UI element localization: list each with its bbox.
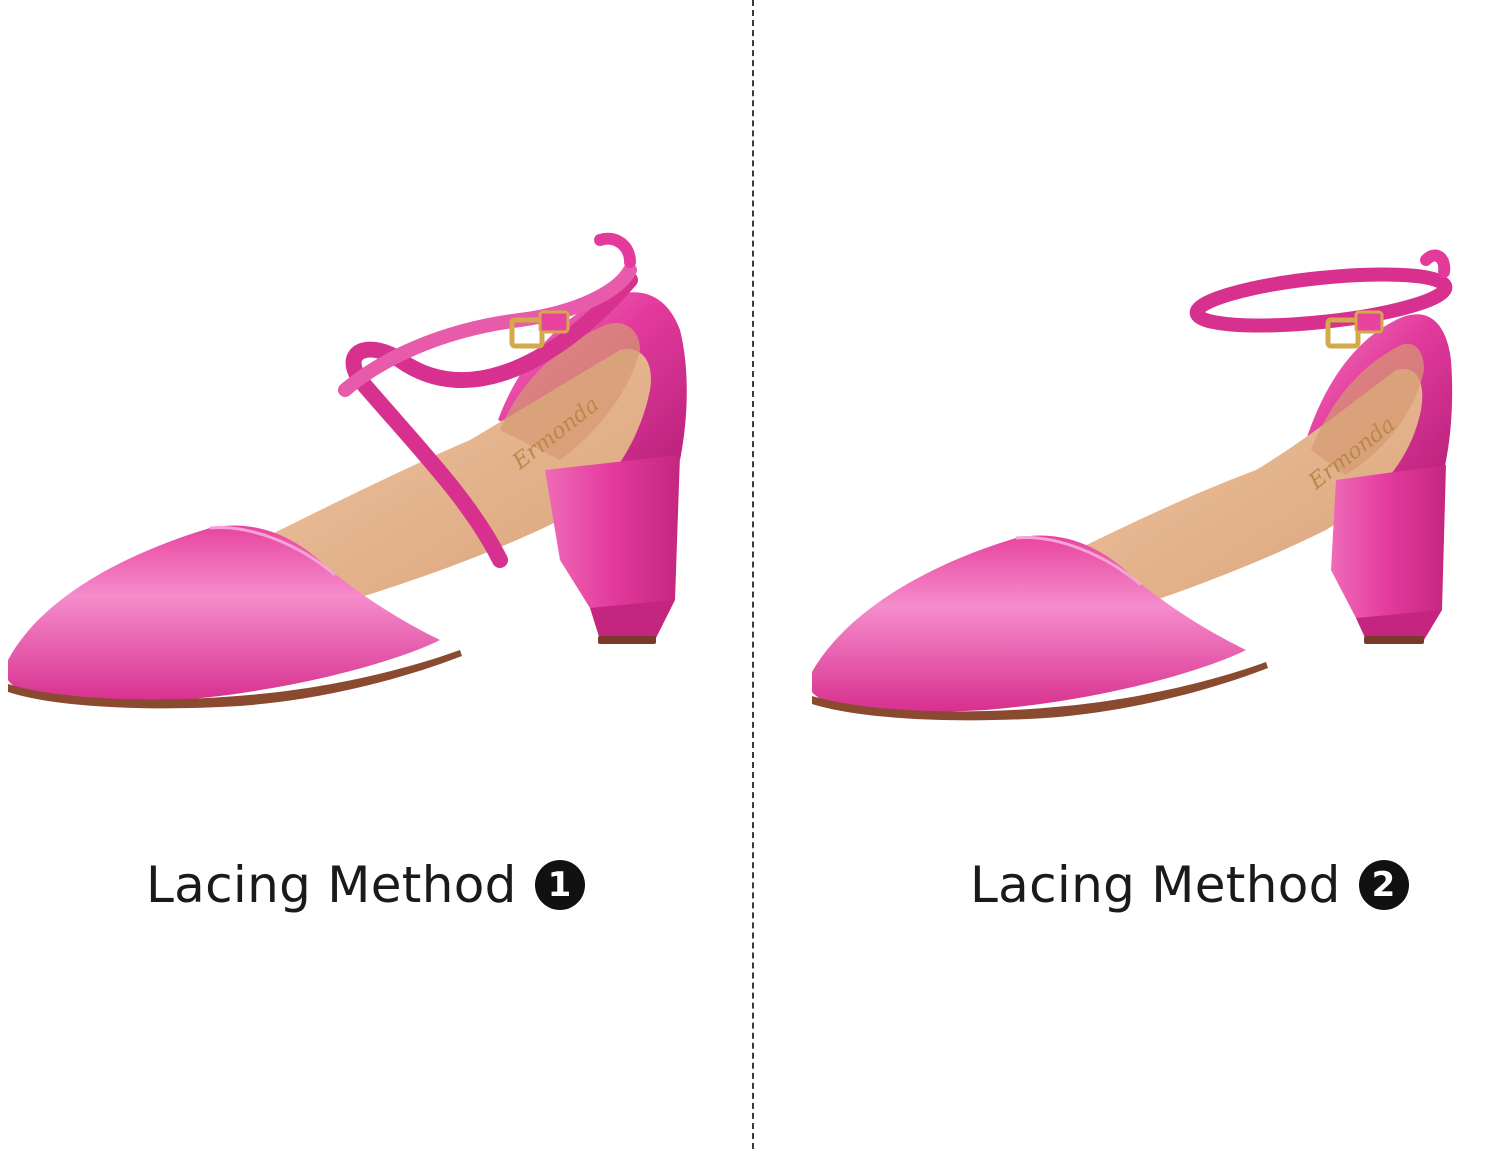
shoe-image-ankle-strap: Ermonda xyxy=(812,249,1453,721)
lacing-method-2-caption: Lacing Method 2 xyxy=(970,850,1409,920)
caption-text: Lacing Method xyxy=(970,856,1341,914)
number-badge: 2 xyxy=(1358,860,1409,910)
number-badge: 1 xyxy=(534,860,585,910)
shoe-image-crisscross: Ermonda xyxy=(8,232,687,709)
dashed-divider xyxy=(752,0,754,1149)
lacing-method-1-caption: Lacing Method 1 xyxy=(146,850,585,920)
lacing-method-1-panel: Ermonda Lacing Method 1 xyxy=(0,0,752,1149)
caption-text: Lacing Method xyxy=(146,856,517,914)
lacing-method-2-panel: Ermonda Lacing Method 2 xyxy=(756,0,1500,1149)
